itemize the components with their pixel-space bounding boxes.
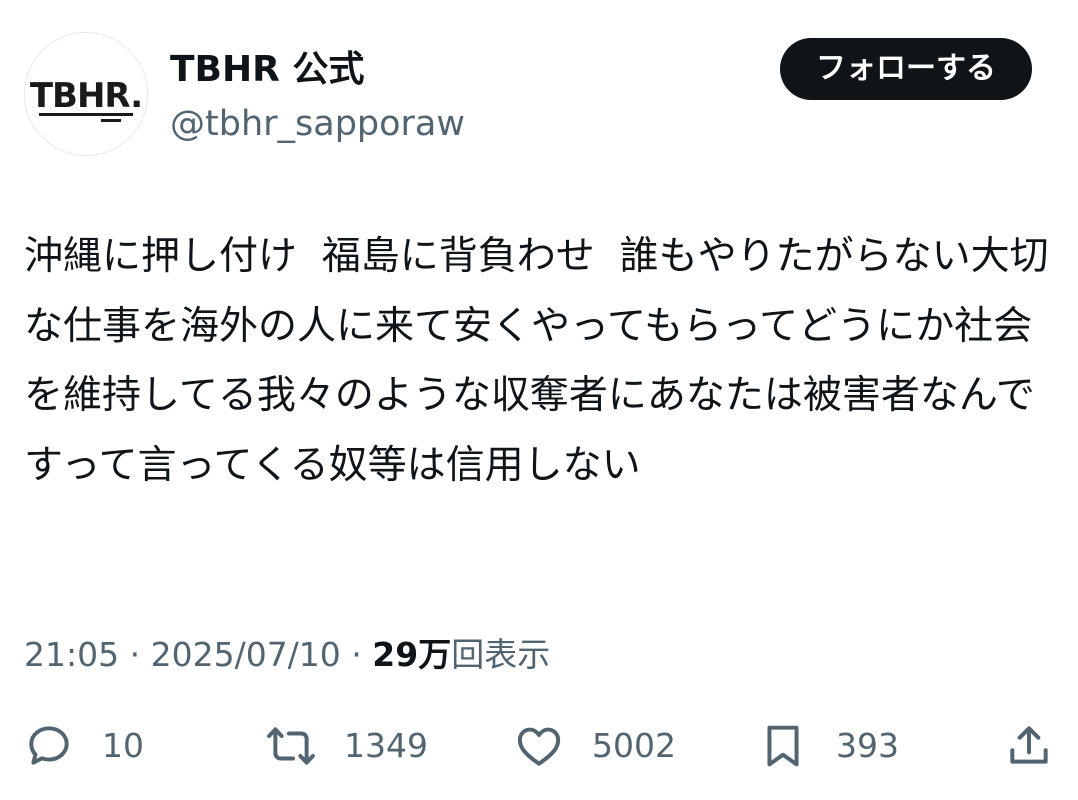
action-bar: 10 1349 5002 393 [0,714,1078,778]
like-button[interactable]: 5002 [514,714,676,778]
display-name[interactable]: TBHR 公式 [170,48,364,92]
retweet-count: 1349 [344,714,428,778]
meta-separator: · [119,635,150,674]
reply-icon [24,721,74,771]
tweet-meta: 21:05 · 2025/07/10 · 29万回表示 [24,630,550,680]
meta-separator: · [341,635,372,674]
share-button[interactable] [1004,714,1054,778]
retweet-icon [266,721,316,771]
share-icon [1004,721,1054,771]
follow-button[interactable]: フォローする [780,38,1032,100]
bookmark-count: 393 [836,714,899,778]
avatar[interactable]: TBHR. [24,32,148,156]
reply-count: 10 [102,714,144,778]
tweet-header: TBHR. TBHR 公式 @tbhr_sapporaw フォローする [24,30,1054,156]
bookmark-button[interactable]: 393 [758,714,899,778]
tbhr-logo-icon: TBHR. [25,33,147,155]
views-label[interactable]: 回表示 [451,635,550,674]
tweet-time[interactable]: 21:05 [24,635,119,674]
tweet-text: 沖縄に押し付け 福島に背負わせ 誰もやりたがらない大切な仕事を海外の人に来て安く… [24,222,1054,500]
bookmark-icon [758,721,808,771]
views-count[interactable]: 29万 [372,635,451,674]
user-handle[interactable]: @tbhr_sapporaw [170,102,465,146]
avatar-logo-text: TBHR. [30,76,142,116]
heart-icon [514,721,564,771]
retweet-button[interactable]: 1349 [266,714,428,778]
reply-button[interactable]: 10 [24,714,144,778]
like-count: 5002 [592,714,676,778]
tweet-date[interactable]: 2025/07/10 [151,635,341,674]
